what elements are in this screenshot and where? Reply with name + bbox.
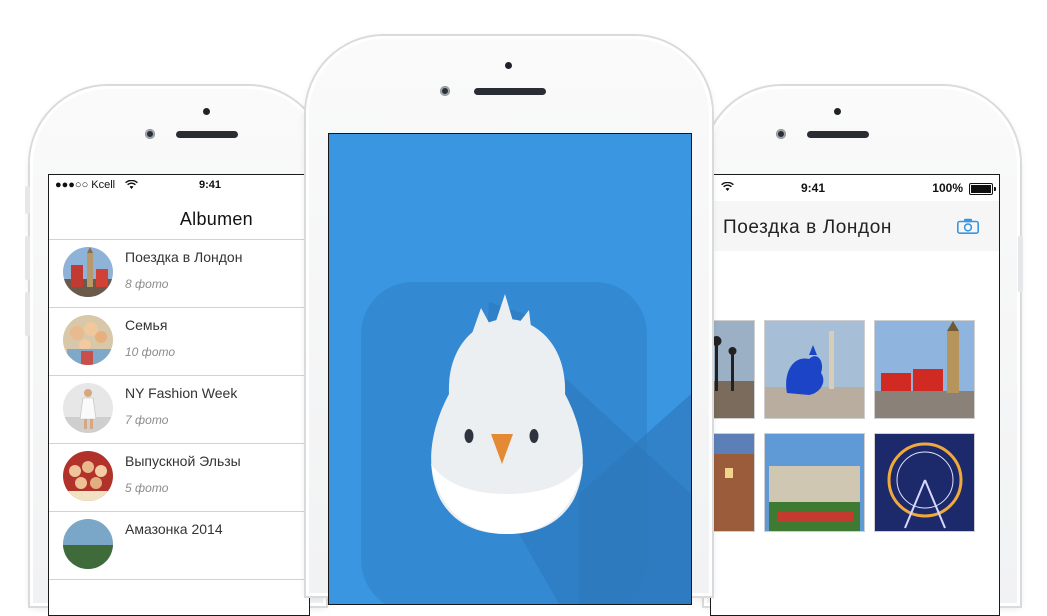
volume-button <box>25 186 30 214</box>
carrier-label: ●●●○○ Kcell <box>55 179 116 191</box>
status-bar: ●●●○○ Kcell 9:41 <box>49 175 309 197</box>
album-thumbnail-fashion <box>63 383 113 433</box>
splash-screen <box>328 133 692 605</box>
album-count: 8 фото <box>125 277 169 291</box>
battery-percent: 100% <box>932 181 963 195</box>
wifi-icon <box>125 180 138 189</box>
earpiece-speaker <box>474 88 546 95</box>
battery-icon <box>969 183 996 195</box>
sensor-dot <box>505 62 512 69</box>
album-name: Выпускной Эльзы <box>125 453 241 469</box>
photo-thumbnail[interactable] <box>874 433 975 532</box>
list-item[interactable]: Амазонка 2014 <box>49 512 309 580</box>
list-item[interactable]: Поездка в Лондон 8 фото <box>49 240 309 308</box>
list-item[interactable]: NY Fashion Week 7 фото <box>49 376 309 444</box>
list-item[interactable]: Семья 10 фото <box>49 308 309 376</box>
album-thumbnail-family <box>63 315 113 365</box>
center-phone <box>306 36 712 605</box>
sensor-dot <box>834 108 841 115</box>
status-bar: 9:41 100% <box>711 175 999 201</box>
album-name: NY Fashion Week <box>125 385 238 401</box>
album-name: Семья <box>125 317 168 333</box>
album-thumbnail-graduation <box>63 451 113 501</box>
albums-screen: ●●●○○ Kcell 9:41 Albumen Поездка в Лондо… <box>48 174 310 616</box>
album-list: Поездка в Лондон 8 фото Семья 10 фото NY… <box>49 239 309 580</box>
photo-thumbnail[interactable] <box>711 320 755 419</box>
album-count: 10 фото <box>125 345 176 359</box>
photo-thumbnail[interactable] <box>711 433 755 532</box>
front-camera-icon <box>145 129 155 139</box>
status-time: 9:41 <box>801 181 826 195</box>
right-phone: 9:41 100% Поездка в Лондон <box>704 86 1023 616</box>
earpiece-speaker <box>807 131 869 138</box>
album-title: Поездка в Лондон <box>723 217 892 238</box>
status-time: 9:41 <box>199 179 222 191</box>
front-camera-icon <box>776 129 786 139</box>
page-title: Albumen <box>179 209 253 229</box>
earpiece-speaker <box>176 131 238 138</box>
photo-thumbnail[interactable] <box>874 320 975 419</box>
album-count: 5 фото <box>125 481 169 495</box>
power-button <box>1018 236 1023 292</box>
album-name: Поездка в Лондон <box>125 249 243 265</box>
volume-button <box>25 236 30 280</box>
wifi-icon <box>721 182 734 191</box>
volume-button <box>25 292 30 336</box>
list-item[interactable]: Выпускной Эльзы 5 фото <box>49 444 309 512</box>
front-camera-icon <box>440 86 450 96</box>
left-phone: ●●●○○ Kcell 9:41 Albumen Поездка в Лондо… <box>25 86 326 616</box>
sensor-dot <box>203 108 210 115</box>
camera-icon[interactable] <box>957 218 979 234</box>
photo-thumbnail[interactable] <box>764 433 865 532</box>
album-count: 7 фото <box>125 413 169 427</box>
photo-thumbnail[interactable] <box>764 320 865 419</box>
album-name: Амазонка 2014 <box>125 521 223 537</box>
album-thumbnail-london <box>63 247 113 297</box>
app-logo <box>361 282 691 604</box>
album-thumbnail-amazon <box>63 519 113 569</box>
album-detail-screen: 9:41 100% Поездка в Лондон <box>710 174 1000 616</box>
